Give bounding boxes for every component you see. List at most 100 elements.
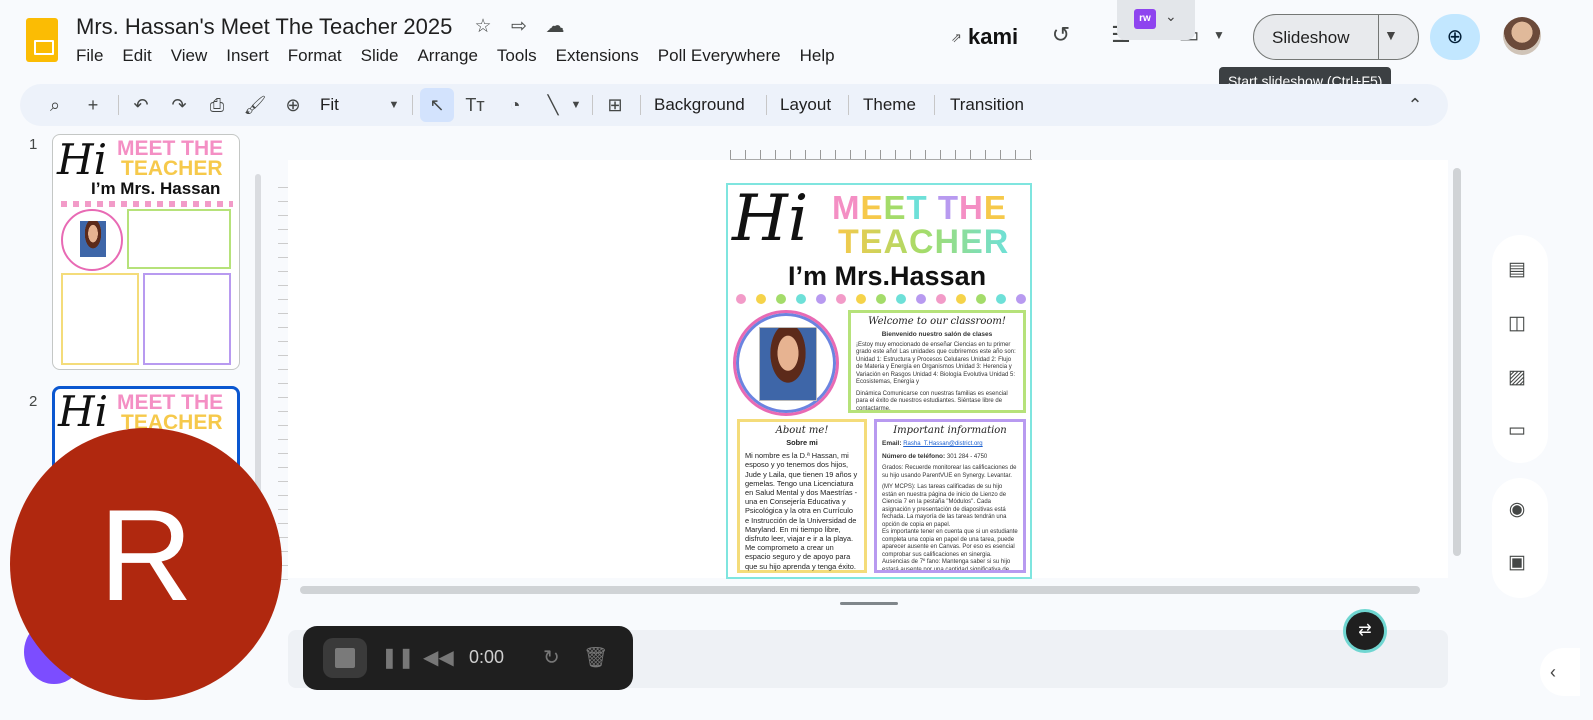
thumb-info-box bbox=[143, 273, 231, 365]
star-icon[interactable]: ☆ bbox=[472, 16, 494, 38]
about-box[interactable]: About me! Sobre mi Mi nombre es la D.ª H… bbox=[737, 419, 867, 573]
menu-poll-everywhere[interactable]: Poll Everywhere bbox=[658, 44, 791, 68]
toolbar-divider bbox=[640, 95, 641, 115]
undo-icon[interactable]: ↶ bbox=[128, 84, 154, 126]
camera-recorder-icon[interactable]: ▣ bbox=[1500, 546, 1534, 580]
editing-toolbar: ⌕ + ↶ ↷ ⎙ 🖌 ⊕ Fit ▼ ↖ Tт ◔ ╲ ▼ ⊞ Backgro… bbox=[20, 84, 1448, 126]
meet-the-letter: T bbox=[937, 189, 960, 226]
hi-script-text[interactable]: Hi bbox=[732, 187, 808, 251]
welcome-title: Welcome to our classroom! bbox=[868, 316, 1006, 327]
text-box-icon[interactable]: Tт bbox=[462, 84, 488, 126]
line-dropdown-icon[interactable]: ▼ bbox=[568, 84, 584, 126]
rewind-icon[interactable]: ◀◀ bbox=[423, 646, 454, 670]
about-subtitle: Sobre mi bbox=[786, 438, 818, 447]
meet-the-heading[interactable]: MEET THE bbox=[832, 189, 1007, 227]
menu-tools[interactable]: Tools bbox=[497, 44, 547, 68]
meet-the-letter: M bbox=[832, 189, 861, 226]
teacher-photo bbox=[759, 327, 817, 401]
redo-icon[interactable]: ↷ bbox=[166, 84, 192, 126]
share-button[interactable]: ⊕ bbox=[1430, 14, 1480, 60]
menu-help[interactable]: Help bbox=[800, 44, 845, 68]
record-icon[interactable]: ◉ bbox=[1500, 493, 1534, 527]
add-comment-icon[interactable]: ⊞ bbox=[602, 84, 628, 126]
new-slide-icon[interactable]: + bbox=[80, 84, 106, 126]
external-link-icon: ⇗ bbox=[951, 30, 962, 45]
shape-icon[interactable]: ◔ bbox=[502, 84, 528, 126]
teacher-name-heading[interactable]: I’m Mrs.Hassan bbox=[788, 261, 986, 292]
dot bbox=[756, 294, 766, 304]
restart-icon[interactable]: ↻ bbox=[543, 646, 560, 670]
line-icon[interactable]: ╲ bbox=[540, 84, 566, 126]
cloud-status-icon[interactable]: ☁ bbox=[544, 16, 566, 38]
zoom-dropdown-icon[interactable]: ▼ bbox=[384, 84, 404, 126]
vertical-scrollbar[interactable] bbox=[1453, 168, 1461, 556]
meet-the-letter: T bbox=[906, 189, 928, 226]
image-icon[interactable]: ▨ bbox=[1500, 361, 1534, 395]
kami-button[interactable]: kami bbox=[968, 24, 1018, 50]
info-box[interactable]: Important information Email: Rasha_T.Has… bbox=[874, 419, 1026, 573]
slideshow-dropdown-icon[interactable]: ▼ bbox=[1384, 27, 1398, 43]
menu-insert[interactable]: Insert bbox=[226, 44, 279, 68]
speaker-notes-icon[interactable]: ▤ bbox=[1500, 253, 1534, 287]
thumb-im: I’m Mrs. Hassan bbox=[91, 179, 221, 198]
side-panel-toggle-icon[interactable]: ‹ bbox=[1540, 648, 1580, 696]
layout-button[interactable]: Layout bbox=[780, 84, 831, 126]
dot bbox=[936, 294, 946, 304]
extension-badge-icon[interactable]: rw bbox=[1134, 9, 1156, 29]
about-title: About me! bbox=[775, 425, 829, 436]
pause-icon[interactable]: ❚❚ bbox=[381, 646, 415, 670]
zoom-select[interactable]: Fit bbox=[320, 84, 339, 126]
toolbar-divider bbox=[766, 95, 767, 115]
account-avatar[interactable] bbox=[1503, 17, 1541, 55]
background-button[interactable]: Background bbox=[654, 84, 745, 126]
teacher-text: TEACHER bbox=[838, 223, 1010, 261]
slides-logo-icon[interactable] bbox=[26, 18, 58, 62]
teacher-photo-frame[interactable] bbox=[733, 310, 839, 416]
move-folder-icon[interactable]: ⇨ bbox=[508, 16, 530, 38]
document-title[interactable]: Mrs. Hassan's Meet The Teacher 2025 bbox=[76, 14, 452, 40]
info-email-link[interactable]: Rasha_T.Hassan@district.org bbox=[903, 441, 982, 447]
meet-dropdown-icon[interactable]: ▼ bbox=[1204, 20, 1234, 50]
slide-thumbnail-1[interactable]: Hi MEET THE TEACHER I’m Mrs. Hassan bbox=[52, 134, 240, 370]
dot bbox=[836, 294, 846, 304]
notes-resize-handle[interactable] bbox=[840, 602, 898, 605]
theme-button[interactable]: Theme bbox=[863, 84, 916, 126]
teacher-heading[interactable]: TEACHER bbox=[838, 223, 1009, 262]
menu-file[interactable]: File bbox=[76, 44, 113, 68]
extension-popup[interactable]: rw ⌄ bbox=[1117, 0, 1195, 40]
toolbar-divider bbox=[592, 95, 593, 115]
slide-library-icon[interactable]: ◫ bbox=[1500, 307, 1534, 341]
menu-edit[interactable]: Edit bbox=[122, 44, 161, 68]
zoom-icon[interactable]: ⊕ bbox=[280, 84, 306, 126]
search-menus-icon[interactable]: ⌕ bbox=[42, 84, 68, 126]
slideshow-button[interactable]: Slideshow bbox=[1272, 28, 1350, 48]
stop-recording-button[interactable] bbox=[323, 638, 367, 678]
transition-button[interactable]: Transition bbox=[950, 84, 1024, 126]
chevron-down-icon[interactable]: ⌄ bbox=[1165, 8, 1177, 25]
floating-action-icon[interactable]: ⇄ bbox=[1346, 612, 1384, 650]
welcome-box[interactable]: Welcome to our classroom! Bienvenido nue… bbox=[848, 310, 1026, 413]
select-cursor-icon[interactable]: ↖ bbox=[420, 88, 454, 122]
about-body: Mi nombre es la D.ª Hassan, mi esposo y … bbox=[745, 451, 858, 571]
dot bbox=[956, 294, 966, 304]
dot bbox=[876, 294, 886, 304]
thumb-about-box bbox=[61, 273, 139, 365]
menu-format[interactable]: Format bbox=[288, 44, 352, 68]
info-title: Important information bbox=[893, 425, 1007, 436]
presenter-camera-avatar: R bbox=[10, 428, 282, 700]
menu-extensions[interactable]: Extensions bbox=[556, 44, 649, 68]
folder-icon[interactable]: ▭ bbox=[1500, 414, 1534, 448]
paint-format-icon[interactable]: 🖌 bbox=[242, 84, 268, 126]
menu-view[interactable]: View bbox=[171, 44, 218, 68]
delete-icon[interactable]: 🗑 bbox=[583, 646, 608, 670]
version-history-icon[interactable]: ↺ bbox=[1046, 20, 1076, 50]
dot bbox=[856, 294, 866, 304]
collapse-toolbar-icon[interactable]: ⌃ bbox=[1402, 84, 1428, 126]
horizontal-scrollbar[interactable] bbox=[300, 586, 1420, 594]
menu-arrange[interactable]: Arrange bbox=[417, 44, 487, 68]
meet-the-letter: E bbox=[860, 189, 884, 226]
menu-slide[interactable]: Slide bbox=[361, 44, 409, 68]
toolbar-divider bbox=[848, 95, 849, 115]
print-icon[interactable]: ⎙ bbox=[204, 84, 230, 126]
current-slide[interactable]: Hi MEET THE TEACHER I’m Mrs.Hassan Welco… bbox=[726, 183, 1032, 579]
